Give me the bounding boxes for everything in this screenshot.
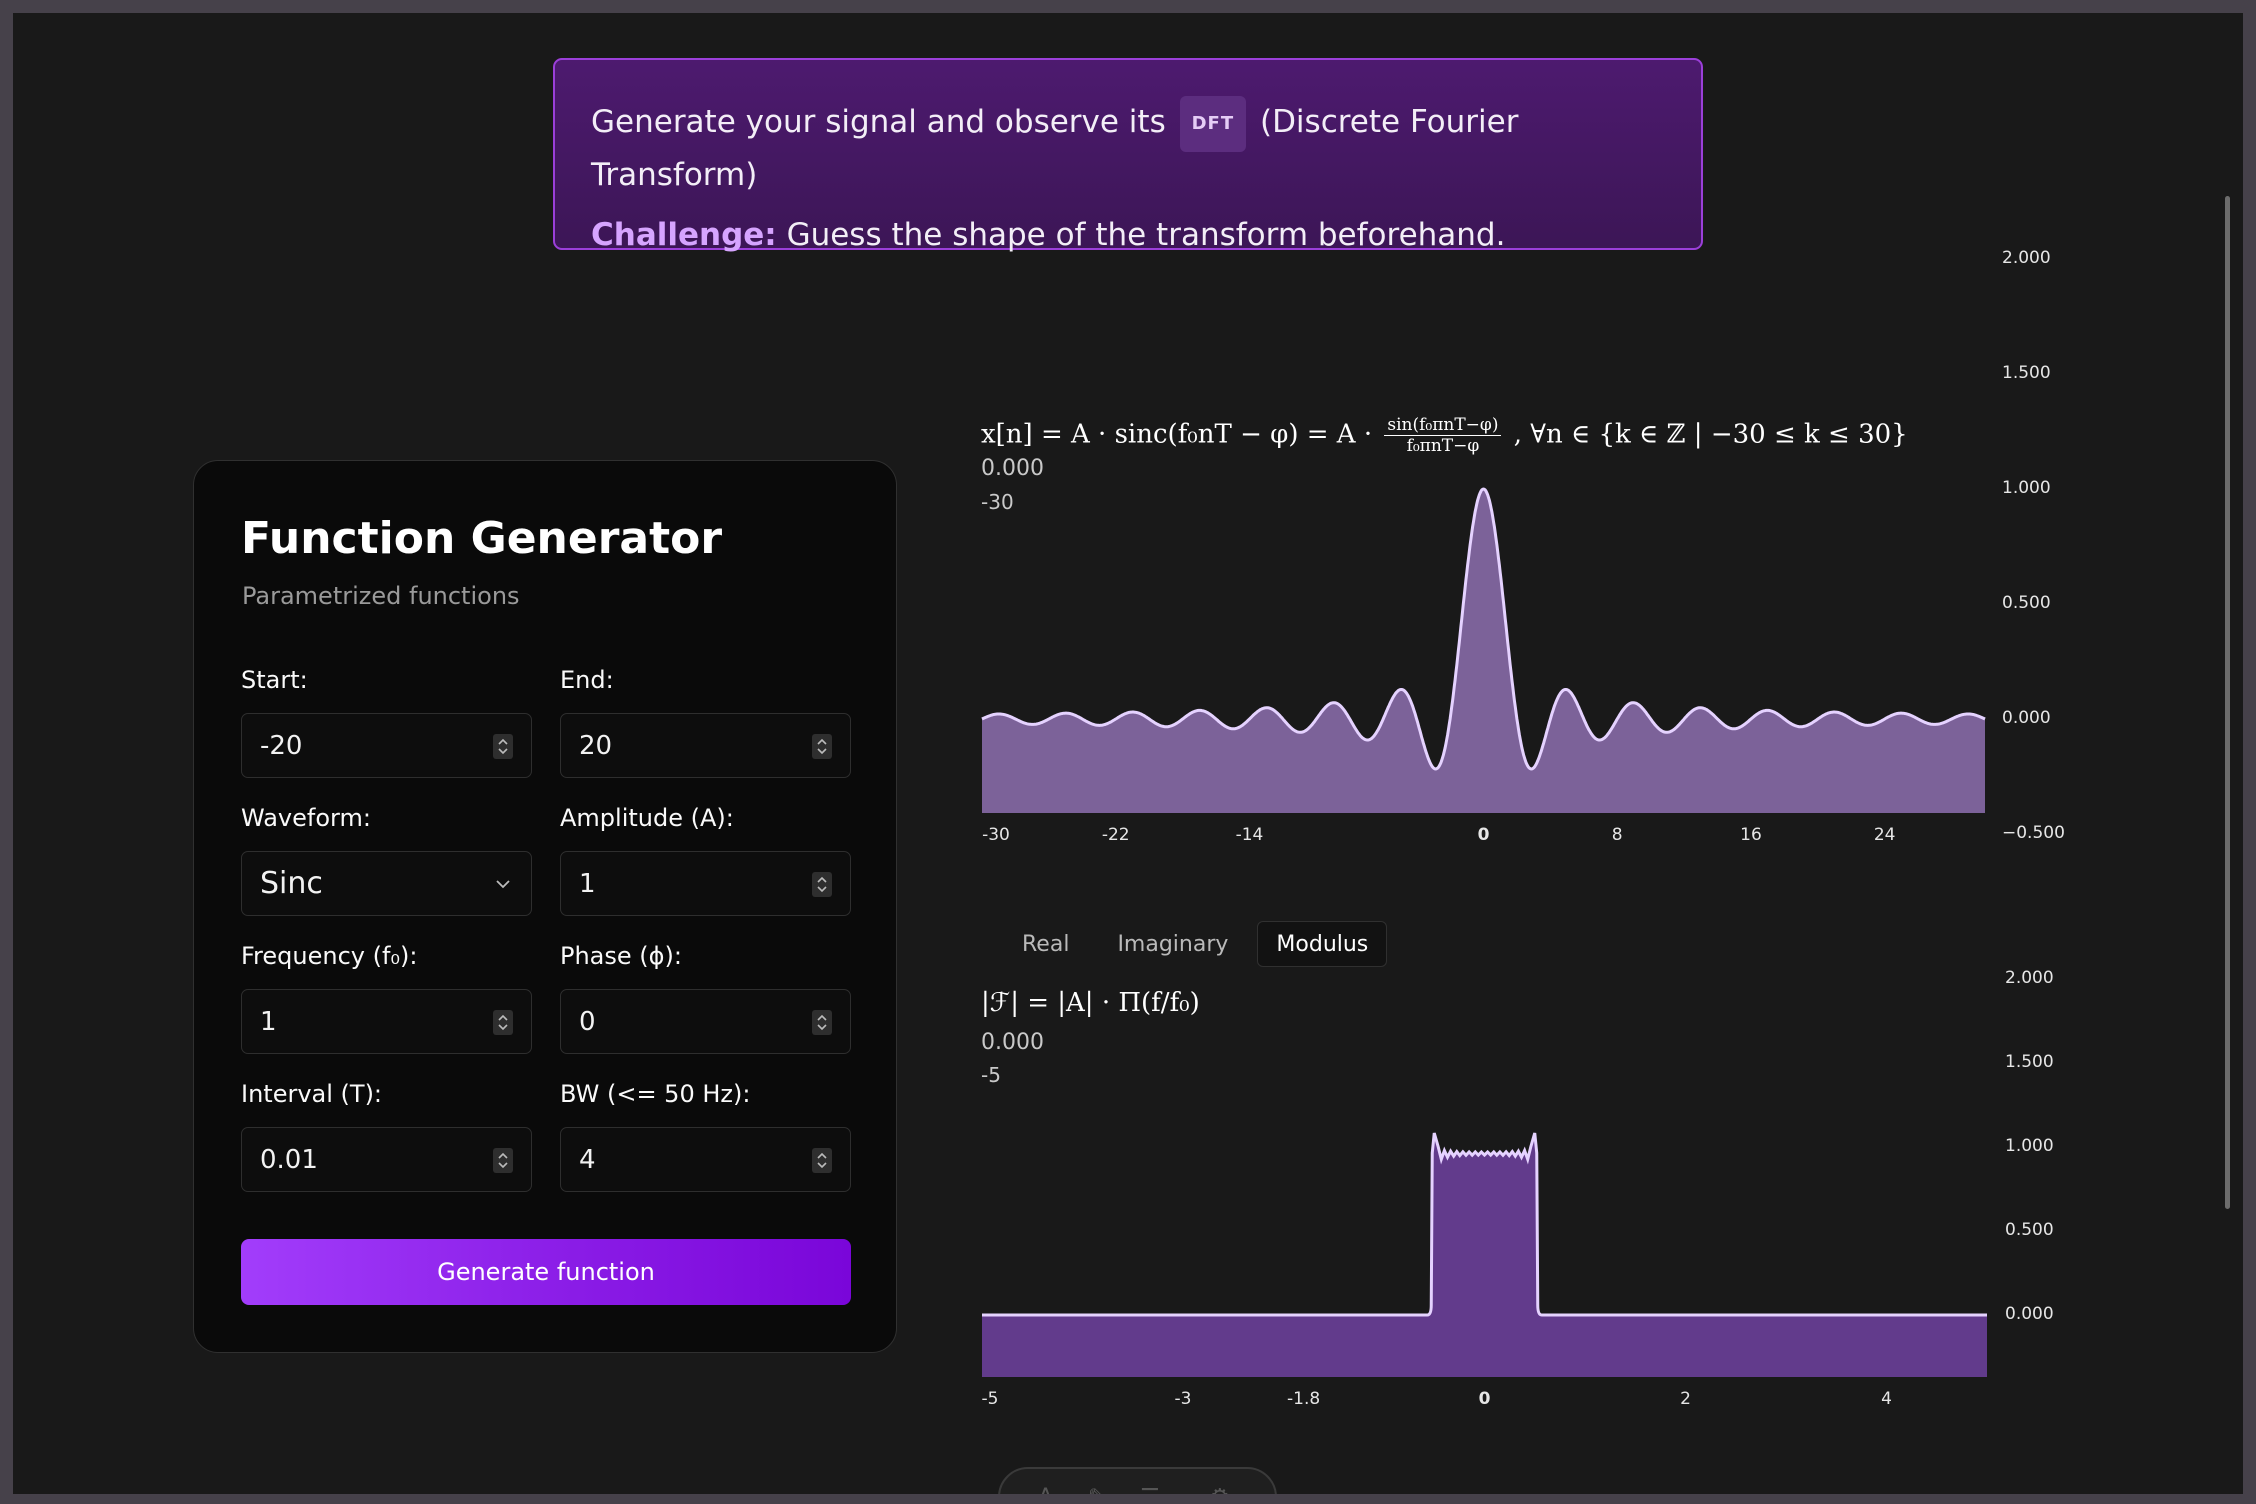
transform-readout-value: 0.000 — [981, 1030, 1044, 1055]
brush-tool-icon[interactable]: ✎ — [1088, 1485, 1106, 1494]
y-tick-label: 0.000 — [2005, 1304, 2054, 1324]
y-tick-label: 1.000 — [2005, 1136, 2054, 1156]
x-tick-label: 4 — [1881, 1389, 1892, 1409]
x-tick-label: 0 — [1478, 1389, 1491, 1409]
transform-area — [982, 1133, 1987, 1377]
x-tick-label: 2 — [1680, 1389, 1691, 1409]
transform-formula: |ℱ| = |A| · Π(f/f₀) — [981, 988, 1200, 1018]
x-tick-label: -3 — [1174, 1389, 1192, 1409]
x-tick-label: -1.8 — [1287, 1389, 1321, 1409]
x-tick-label: -5 — [981, 1389, 999, 1409]
menu-tool-icon[interactable]: ☰ — [1140, 1485, 1160, 1494]
y-tick-label: 2.000 — [2005, 968, 2054, 988]
transform-readout-x: -5 — [981, 1063, 1001, 1087]
y-tick-label: 1.500 — [2005, 1052, 2054, 1072]
text-tool-icon[interactable]: A — [1038, 1485, 1053, 1494]
y-tick-label: 0.500 — [2005, 1220, 2054, 1240]
app-window: Generate your signal and observe its DFT… — [13, 13, 2243, 1494]
settings-icon[interactable]: ⚙ — [1210, 1485, 1230, 1494]
transform-chart-svg — [982, 1132, 1987, 1377]
scrollbar[interactable] — [2225, 196, 2230, 1209]
bottom-toolbar: A ✎ ☰ ⚙ — [998, 1467, 1277, 1494]
